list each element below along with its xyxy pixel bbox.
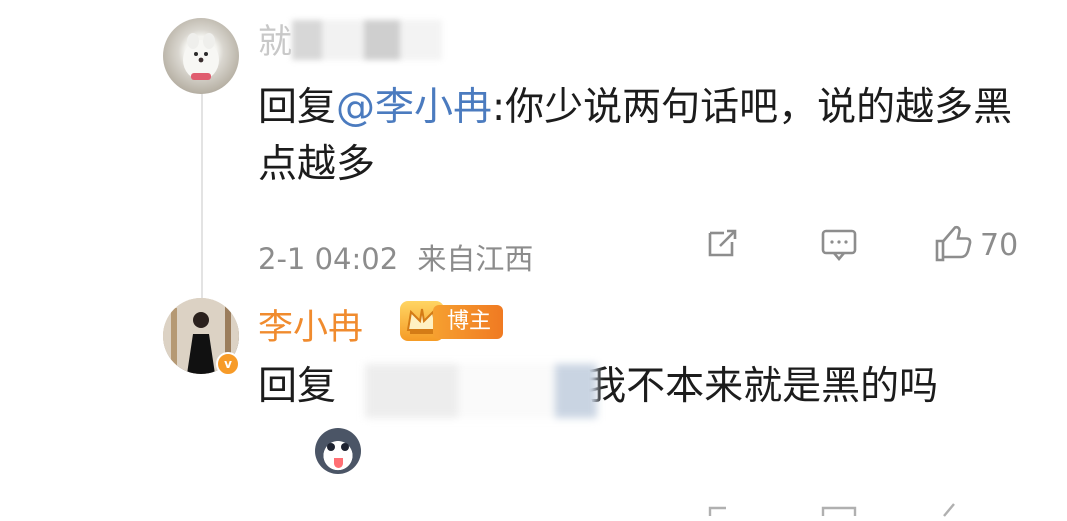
emoji-tongue	[334, 458, 343, 468]
comment-icon[interactable]	[818, 224, 858, 264]
timestamp: 2-1 04:02	[258, 242, 399, 276]
share-icon[interactable]	[702, 224, 742, 264]
thread-connector-line	[201, 92, 203, 304]
reply-comment-text: 回复@李小冉:你少说两句话吧，说的越多黑点越多	[258, 79, 1018, 193]
mention-link[interactable]: @李小冉	[336, 85, 492, 130]
verified-badge: v	[216, 352, 240, 376]
commenter-name[interactable]: 就	[258, 14, 292, 63]
reply-prefix: 回复	[258, 85, 337, 130]
comment-actions: 70	[700, 224, 1067, 268]
dog-avatar-icon	[183, 33, 219, 80]
blurred-mention	[365, 364, 597, 418]
husky-emoji-icon	[315, 428, 361, 474]
blurred-username	[292, 20, 442, 60]
location-source: 来自江西	[417, 242, 534, 276]
commenter-avatar[interactable]	[163, 18, 239, 94]
cropped-action-icons	[708, 503, 955, 517]
comment-meta: 2-1 04:02 来自江西	[258, 236, 533, 278]
blogger-badge: 博主	[433, 305, 504, 339]
like-count: 70	[980, 228, 1019, 263]
next-comment-actions-partial	[0, 500, 1067, 517]
blogger-name[interactable]: 李小冉	[258, 299, 363, 350]
comment-body: :我不本来就是黑的吗	[574, 364, 939, 409]
reply-prefix: 回复	[258, 364, 337, 409]
like-icon[interactable]	[930, 224, 972, 264]
